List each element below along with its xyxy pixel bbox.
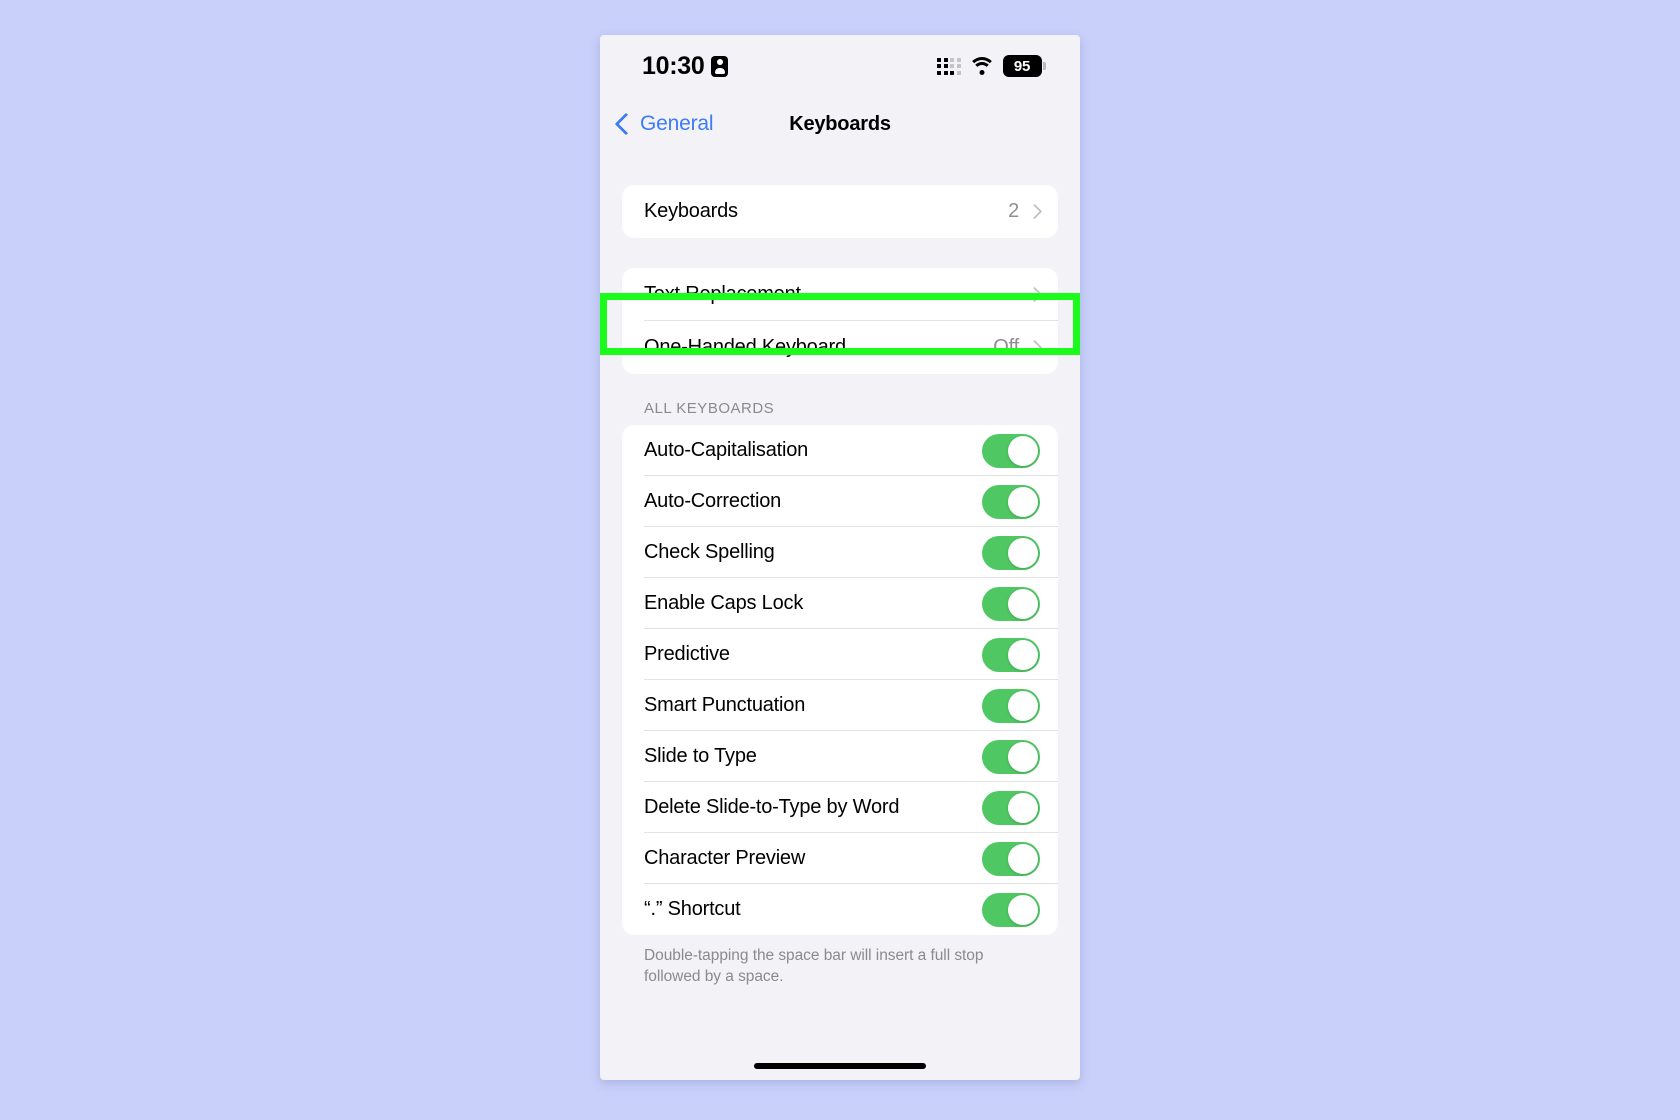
toggle-knob bbox=[1008, 894, 1038, 925]
battery-level-label: 95 bbox=[1013, 57, 1031, 75]
chevron-right-icon bbox=[1026, 286, 1043, 303]
row-toggle-label: Delete Slide-to-Type by Word bbox=[644, 796, 900, 818]
row-toggle-predictive[interactable]: Predictive bbox=[622, 629, 1058, 680]
row-one-handed-keyboard[interactable]: One-Handed Keyboard Off bbox=[622, 321, 1058, 374]
section-header-all-keyboards: ALL KEYBOARDS bbox=[644, 400, 775, 417]
row-toggle-label: Smart Punctuation bbox=[644, 694, 806, 716]
all-keyboards-header-wrap: ALL KEYBOARDS bbox=[622, 374, 1058, 425]
row-toggle-label: Enable Caps Lock bbox=[644, 592, 804, 614]
cellular-matrix-icon bbox=[937, 57, 961, 75]
battery-icon: 95 bbox=[1002, 55, 1046, 77]
back-button[interactable]: General bbox=[614, 112, 714, 136]
row-text-replacement-label: Text Replacement bbox=[644, 283, 801, 305]
toggle-switch[interactable] bbox=[982, 892, 1040, 927]
row-toggle-label: Auto-Capitalisation bbox=[644, 439, 809, 461]
toggle-switch[interactable] bbox=[982, 790, 1040, 825]
toggle-switch[interactable] bbox=[982, 535, 1040, 570]
group-gap bbox=[622, 238, 1058, 268]
chevron-right-icon bbox=[1026, 203, 1043, 220]
row-one-handed-keyboard-value: Off bbox=[993, 336, 1019, 358]
toggle-knob bbox=[1008, 792, 1038, 823]
toggle-switch[interactable] bbox=[982, 484, 1040, 519]
row-toggle-slide-to-type[interactable]: Slide to Type bbox=[622, 731, 1058, 782]
home-indicator[interactable] bbox=[754, 1063, 926, 1069]
phone-screen: 10:30 95 General Keyboards Keyboards 2 T… bbox=[600, 35, 1080, 1080]
row-toggle-label: Auto-Correction bbox=[644, 490, 782, 512]
row-toggle-label: Slide to Type bbox=[644, 745, 757, 767]
row-toggle-label: Check Spelling bbox=[644, 541, 775, 563]
row-toggle-auto-capitalisation[interactable]: Auto-Capitalisation bbox=[622, 425, 1058, 476]
toggle-knob bbox=[1008, 588, 1038, 619]
toggle-knob bbox=[1008, 843, 1038, 874]
row-toggle-smart-punctuation[interactable]: Smart Punctuation bbox=[622, 680, 1058, 731]
toggle-switch[interactable] bbox=[982, 433, 1040, 468]
toggle-knob bbox=[1008, 639, 1038, 670]
wifi-icon bbox=[967, 57, 996, 75]
top-spacer bbox=[622, 151, 1058, 185]
row-one-handed-keyboard-label: One-Handed Keyboard bbox=[644, 336, 846, 358]
row-toggle-label: “.” Shortcut bbox=[644, 898, 741, 920]
all-keyboards-group: Auto-Capitalisation Auto-Correction Check … bbox=[622, 425, 1058, 935]
toggle-switch[interactable] bbox=[982, 586, 1040, 621]
navigation-bar: General Keyboards bbox=[600, 97, 1080, 151]
toggle-switch[interactable] bbox=[982, 637, 1040, 672]
toggle-knob bbox=[1008, 741, 1038, 772]
keyboards-group: Keyboards 2 bbox=[622, 185, 1058, 238]
back-button-label: General bbox=[640, 112, 714, 135]
row-toggle-check-spelling[interactable]: Check Spelling bbox=[622, 527, 1058, 578]
status-bar-left: 10:30 bbox=[642, 51, 729, 81]
row-toggle-label: Predictive bbox=[644, 643, 730, 665]
status-bar: 10:30 95 bbox=[600, 35, 1080, 97]
toggle-knob bbox=[1008, 435, 1038, 466]
toggle-knob bbox=[1008, 690, 1038, 721]
toggle-knob bbox=[1008, 486, 1038, 517]
row-toggle-character-preview[interactable]: Character Preview bbox=[622, 833, 1058, 884]
row-toggle-delete-slide-to-type-by-word[interactable]: Delete Slide-to-Type by Word bbox=[622, 782, 1058, 833]
status-time: 10:30 bbox=[642, 51, 705, 80]
row-toggle-shortcut[interactable]: “.” Shortcut bbox=[622, 884, 1058, 935]
row-toggle-label: Character Preview bbox=[644, 847, 806, 869]
row-keyboards[interactable]: Keyboards 2 bbox=[622, 185, 1058, 238]
settings-content: Keyboards 2 Text Replacement One-Handed … bbox=[600, 151, 1080, 987]
chevron-left-icon bbox=[614, 112, 638, 136]
row-toggle-enable-caps-lock[interactable]: Enable Caps Lock bbox=[622, 578, 1058, 629]
toggle-knob bbox=[1008, 537, 1038, 568]
id-card-icon bbox=[711, 55, 729, 77]
row-toggle-auto-correction[interactable]: Auto-Correction bbox=[622, 476, 1058, 527]
row-keyboards-value: 2 bbox=[1008, 200, 1019, 222]
toggle-switch[interactable] bbox=[982, 739, 1040, 774]
toggle-switch[interactable] bbox=[982, 688, 1040, 723]
row-keyboards-label: Keyboards bbox=[644, 200, 738, 222]
all-keyboards-footer: Double-tapping the space bar will insert… bbox=[644, 947, 984, 985]
toggle-switch[interactable] bbox=[982, 841, 1040, 876]
text-replacement-group: Text Replacement One-Handed Keyboard Off bbox=[622, 268, 1058, 374]
row-text-replacement[interactable]: Text Replacement bbox=[622, 268, 1058, 321]
status-bar-right: 95 bbox=[937, 55, 1046, 77]
chevron-right-icon bbox=[1026, 339, 1043, 356]
